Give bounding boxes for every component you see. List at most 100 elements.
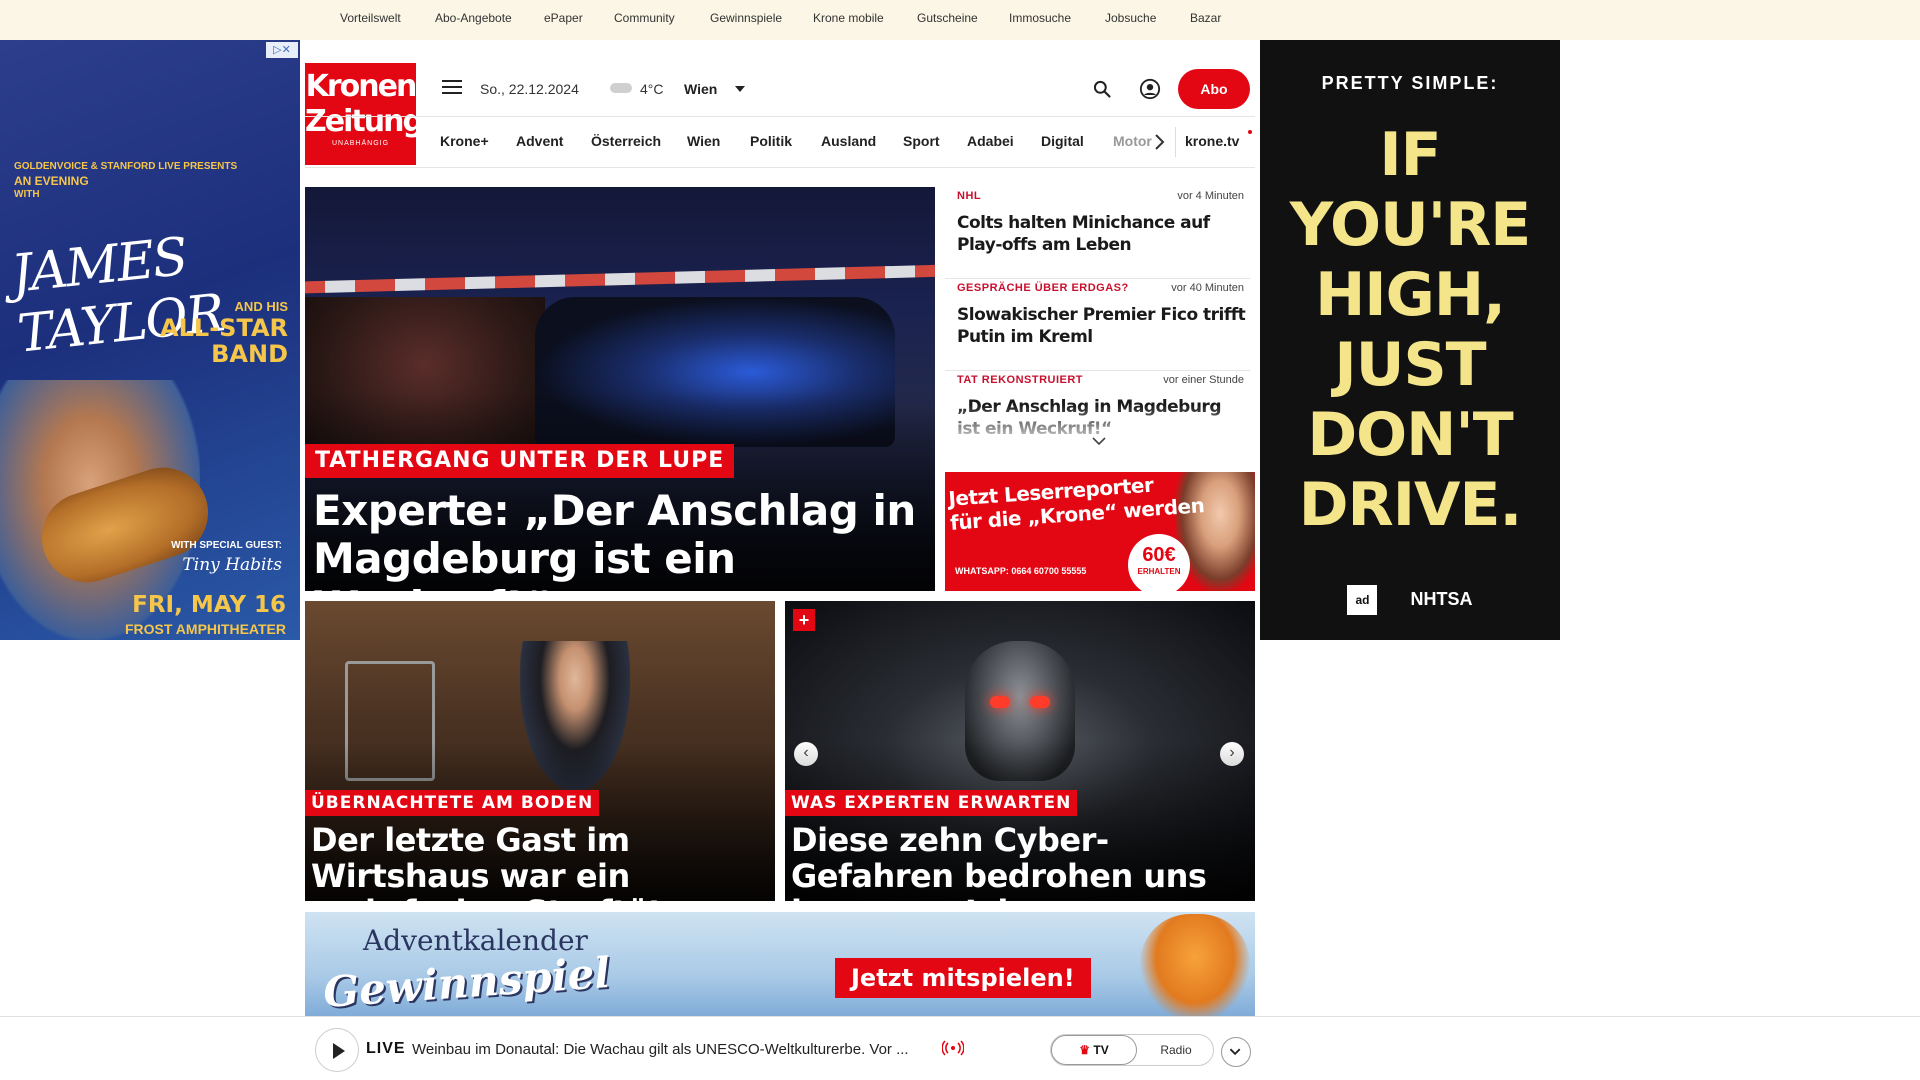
tile-kicker: ÜBERNACHTETE AM BODEN <box>305 790 600 816</box>
hero-title[interactable]: Experte: „Der Anschlag in Magdeburg ist … <box>313 487 923 592</box>
chevron-down-icon[interactable] <box>735 86 745 92</box>
nav-item-ausland[interactable]: Ausland <box>821 133 876 149</box>
ad-council-logo: ad <box>1347 585 1378 615</box>
list-item[interactable]: NHL vor 4 Minuten Colts halten Minichanc… <box>945 187 1250 279</box>
advent-gewinnspiel-banner[interactable]: Adventkalender Gewinnspiel Jetzt mitspie… <box>305 912 1255 1022</box>
live-label: LIVE <box>366 1040 406 1057</box>
tv-label: TV <box>1093 1043 1109 1057</box>
list-item-time: vor 40 Minuten <box>1171 282 1244 294</box>
topbar-link-gutscheine[interactable]: Gutscheine <box>917 11 978 25</box>
main-navigation: Krone+ Advent Österreich Wien Politik Au… <box>305 116 1255 168</box>
nav-item-digital[interactable]: Digital <box>1041 133 1084 149</box>
ad-right-message: IF YOU'RE HIGH, JUST DON'T DRIVE. <box>1289 120 1532 540</box>
tv-toggle-button[interactable]: ♛ TV <box>1051 1035 1137 1065</box>
robot-eye-left <box>990 696 1010 708</box>
expand-player-button[interactable] <box>1221 1037 1251 1067</box>
list-item-title[interactable]: Colts halten Minichance auf Play-offs am… <box>957 212 1247 256</box>
ad-whatsapp-number: WHATSAPP: 0664 60700 55555 <box>955 566 1087 576</box>
topbar-link-bazar[interactable]: Bazar <box>1190 11 1221 25</box>
ad-date: FRI, MAY 16 <box>132 592 286 618</box>
list-item-category: GESPRÄCHE ÜBER ERDGAS? <box>957 282 1129 294</box>
ad-presents-text: GOLDENVOICE & STANFORD LIVE PRESENTS AN … <box>14 160 237 202</box>
live-indicator-dot <box>1248 130 1252 134</box>
live-player-bar: LIVE Weinbau im Donautal: Die Wachau gil… <box>0 1016 1920 1080</box>
play-icon <box>333 1043 345 1059</box>
article-tile-wirtshaus[interactable]: ÜBERNACHTETE AM BODEN Der letzte Gast im… <box>305 601 775 901</box>
topbar-link-jobsuche[interactable]: Jobsuche <box>1105 11 1156 25</box>
advent-cta-button[interactable]: Jetzt mitspielen! <box>835 958 1091 998</box>
top-utility-bar: Vorteilswelt Abo-Angebote ePaper Communi… <box>0 0 1920 40</box>
hero-kicker: TATHERGANG UNTER DER LUPE <box>305 444 735 478</box>
topbar-link-immosuche[interactable]: Immosuche <box>1009 11 1071 25</box>
advent-line2: Gewinnspiel <box>321 948 612 1017</box>
chevron-down-icon <box>1229 1048 1241 1056</box>
play-button[interactable] <box>315 1028 359 1072</box>
nav-item-politik[interactable]: Politik <box>750 133 792 149</box>
ad-band-line1: AND HIS <box>234 299 288 314</box>
nav-item-oesterreich[interactable]: Österreich <box>591 133 661 149</box>
tile-title[interactable]: Der letzte Gast im Wirtshaus war ein meh… <box>311 822 771 901</box>
city-selector[interactable]: Wien <box>684 81 717 97</box>
topbar-link-krone-mobile[interactable]: Krone mobile <box>813 11 884 25</box>
hero-article[interactable]: TATHERGANG UNTER DER LUPE Experte: „Der … <box>305 187 935 591</box>
header-date: So., 22.12.2024 <box>480 81 579 97</box>
topbar-link-epaper[interactable]: ePaper <box>544 11 583 25</box>
nav-item-krone-plus[interactable]: Krone+ <box>440 133 489 149</box>
ad-presents-line3: WITH <box>14 189 40 200</box>
nav-item-motor[interactable]: Motor <box>1113 133 1152 149</box>
list-item-time: vor 4 Minuten <box>1177 190 1244 202</box>
ad-amount-sub: ERHALTEN <box>1137 567 1181 576</box>
radio-toggle-button[interactable]: Radio <box>1137 1035 1215 1065</box>
nav-item-wien[interactable]: Wien <box>687 133 720 149</box>
hamburger-menu-icon[interactable] <box>442 80 462 96</box>
list-item-title[interactable]: Slowakischer Premier Fico trifft Putin i… <box>957 304 1247 348</box>
article-tile-cyber[interactable]: + ‹ › WAS EXPERTEN ERWARTEN Diese zehn C… <box>785 601 1255 901</box>
list-fade-overlay <box>945 405 1250 457</box>
crown-icon: ♛ <box>1079 1043 1091 1057</box>
broadcast-icon <box>942 1040 964 1056</box>
chevron-down-icon[interactable] <box>1092 436 1106 446</box>
hero-image-police-tape <box>305 264 935 294</box>
topbar-link-gewinnspiele[interactable]: Gewinnspiele <box>710 11 782 25</box>
ad-choices-close-icon[interactable]: ▷✕ <box>266 42 298 58</box>
user-account-icon[interactable] <box>1139 78 1161 100</box>
ad-right-headline: PRETTY SIMPLE: <box>1321 73 1499 93</box>
topbar-link-community[interactable]: Community <box>614 11 675 25</box>
ad-presents-line2: AN EVENING <box>14 174 89 188</box>
topbar-link-vorteilswelt[interactable]: Vorteilswelt <box>340 11 401 25</box>
nav-item-advent[interactable]: Advent <box>516 133 563 149</box>
ad-leserreporter[interactable]: Jetzt Leserreporter für die „Krone“ werd… <box>945 472 1255 591</box>
ad-guest-text: WITH SPECIAL GUEST: Tiny Habits <box>171 540 282 575</box>
ad-band-line2: ALL-STAR <box>160 314 288 342</box>
list-item[interactable]: GESPRÄCHE ÜBER ERDGAS? vor 40 Minuten Sl… <box>945 279 1250 371</box>
nav-divider <box>1175 127 1176 157</box>
nav-item-sport[interactable]: Sport <box>903 133 940 149</box>
abo-button[interactable]: Abo <box>1178 69 1250 109</box>
nhtsa-logo: NHTSA <box>1410 588 1473 609</box>
tv-radio-toggle: ♛ TV Radio <box>1050 1034 1214 1066</box>
chevron-right-icon[interactable] <box>1154 132 1166 152</box>
search-icon[interactable] <box>1092 79 1112 99</box>
ad-right-pretty-simple[interactable]: PRETTY SIMPLE: IF YOU'RE HIGH, JUST DON'… <box>1260 40 1560 640</box>
nav-item-krone-tv[interactable]: krone.tv <box>1185 133 1239 149</box>
live-ticker-text[interactable]: Weinbau im Donautal: Die Wachau gilt als… <box>412 1041 932 1058</box>
ad-right-logos: ad NHTSA <box>1260 585 1560 615</box>
topbar-link-abo-angebote[interactable]: Abo-Angebote <box>435 11 512 25</box>
list-item-time: vor einer Stunde <box>1163 374 1244 386</box>
ad-presents-line1: GOLDENVOICE & STANFORD LIVE PRESENTS <box>14 161 238 172</box>
krone-plus-badge-icon: + <box>793 609 815 631</box>
robot-eye-right <box>1030 696 1050 708</box>
list-item-category: NHL <box>957 190 982 202</box>
cloud-weather-icon <box>610 83 632 93</box>
ad-guest-name: Tiny Habits <box>182 555 282 575</box>
ad-date-block: FRI, MAY 16 FROST AMPHITHEATER <box>125 592 286 637</box>
advent-fox-mascot <box>1140 914 1250 1022</box>
ad-leserreporter-text: Jetzt Leserreporter für die „Krone“ werd… <box>948 472 1205 535</box>
tile-title[interactable]: Diese zehn Cyber-Gefahren bedrohen uns i… <box>791 822 1251 901</box>
ad-band-text: AND HIS ALL-STAR BAND <box>160 298 288 367</box>
logo-line1: Kronen <box>305 69 418 104</box>
header-temperature: 4°C <box>640 81 664 97</box>
ad-guest-label: WITH SPECIAL GUEST: <box>171 540 282 551</box>
ad-left-james-taylor[interactable]: ▷✕ GOLDENVOICE & STANFORD LIVE PRESENTS … <box>0 40 300 640</box>
nav-item-adabei[interactable]: Adabei <box>967 133 1014 149</box>
